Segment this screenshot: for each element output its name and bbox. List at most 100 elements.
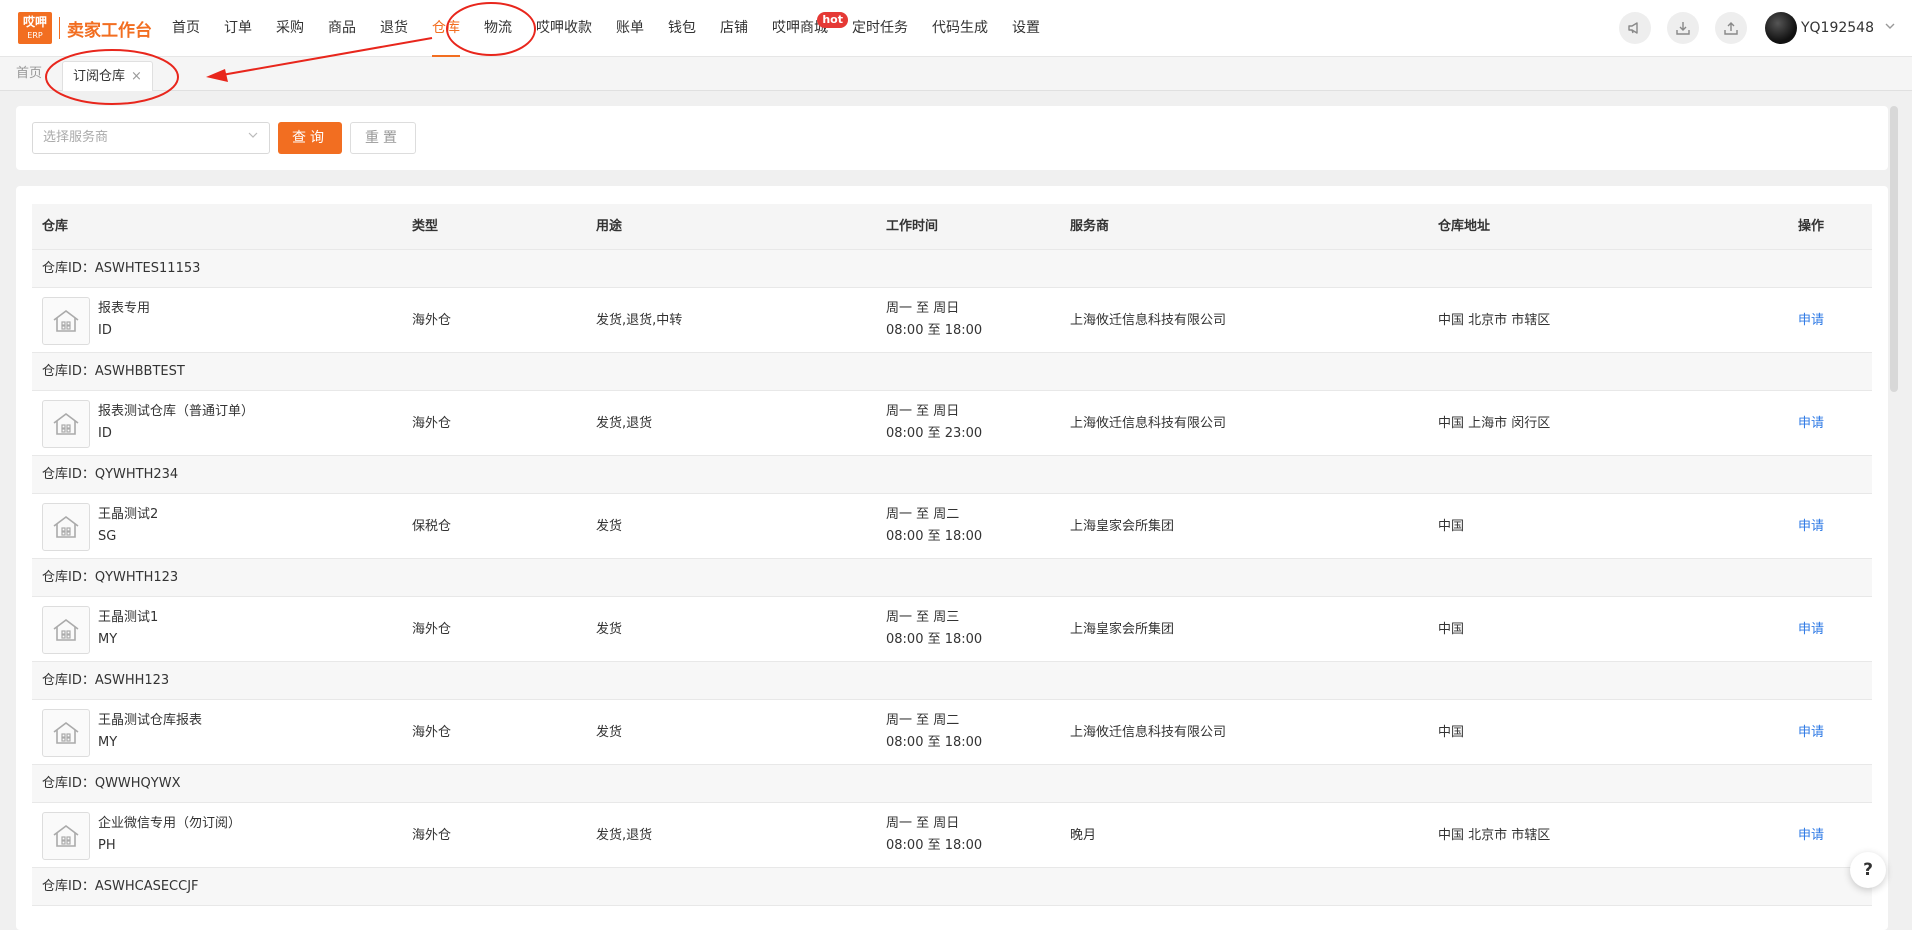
- help-button[interactable]: ?: [1850, 852, 1886, 888]
- provider-select[interactable]: 选择服务商: [32, 122, 270, 154]
- work-days: 周一 至 周二: [886, 507, 960, 522]
- nav-item-label: 设置: [1012, 20, 1040, 36]
- apply-link[interactable]: 申请: [1798, 597, 1824, 662]
- nav-item-1[interactable]: 订单: [212, 0, 264, 57]
- nav-item-label: 店铺: [720, 20, 748, 36]
- work-hours: 08:00 至 18:00: [886, 632, 983, 647]
- warehouse-id-row: 仓库ID：QYWHTH123: [32, 559, 1872, 597]
- brand-title: 卖家工作台: [67, 20, 152, 41]
- nav-item-2[interactable]: 采购: [264, 0, 316, 57]
- warehouse-id-row: 仓库ID：ASWHCASECCJF: [32, 868, 1872, 906]
- scrollbar[interactable]: [1890, 106, 1898, 392]
- warehouse-name-cell: 王晶测试1 MY: [98, 607, 158, 651]
- nav-item-5[interactable]: 仓库: [420, 0, 472, 57]
- nav-item-11[interactable]: 哎呷商城 hot: [760, 0, 848, 57]
- warehouse-name: 王晶测试仓库报表: [98, 713, 203, 728]
- main-nav: 首页 订单 采购 商品 退货 仓库 物流 哎呷收款 账单 钱包 店铺 哎呷商城 hot 定时任务 代码生成 设…: [160, 0, 1052, 57]
- nav-item-label: 钱包: [668, 20, 696, 36]
- warehouse-icon: [42, 503, 90, 551]
- brand-logo[interactable]: 哎呷 ERP 卖家工作台: [18, 12, 152, 44]
- megaphone-icon[interactable]: [1618, 12, 1651, 44]
- nav-item-13[interactable]: 代码生成: [920, 0, 1000, 57]
- work-days: 周一 至 周日: [886, 816, 960, 831]
- nav-item-14[interactable]: 设置: [1000, 0, 1052, 57]
- warehouse-address: 中国 北京市 市辖区: [1438, 313, 1551, 328]
- work-time-cell: 周一 至 周日 08:00 至 18:00: [886, 298, 982, 342]
- warehouse-name-cell: 王晶测试2 SG: [98, 504, 158, 548]
- work-time-cell: 周一 至 周三 08:00 至 18:00: [886, 607, 982, 651]
- warehouse-name-cell: 企业微信专用（勿订阅） PH: [98, 813, 241, 857]
- warehouse-icon: [42, 709, 90, 757]
- table-body: 仓库ID：ASWHTES11153 报表专用 ID 海外仓 发货,退货,中转 周一 至 周…: [32, 250, 1872, 906]
- provider-name: 上海皇家会所集团: [1070, 519, 1175, 534]
- reset-button[interactable]: 重置: [350, 122, 416, 154]
- tab-label: 订阅仓库: [73, 69, 126, 84]
- column-header: 操作: [1798, 219, 1825, 234]
- nav-item-0[interactable]: 首页: [160, 0, 212, 57]
- work-hours: 08:00 至 23:00: [886, 426, 983, 441]
- logo-icon: 哎呷 ERP: [18, 12, 52, 44]
- nav-item-3[interactable]: 商品: [316, 0, 368, 57]
- warehouse-type: 海外仓: [412, 725, 452, 740]
- warehouse-name: 王晶测试2: [98, 507, 159, 522]
- nav-item-12[interactable]: 定时任务: [840, 0, 920, 57]
- chevron-down-icon[interactable]: [1884, 20, 1896, 36]
- provider-name: 上海攸迁信息科技有限公司: [1070, 313, 1227, 328]
- work-days: 周一 至 周日: [886, 301, 960, 316]
- warehouse-usage: 发货: [596, 622, 623, 637]
- upload-icon[interactable]: [1714, 12, 1747, 44]
- warehouse-type: 海外仓: [412, 828, 452, 843]
- apply-link[interactable]: 申请: [1798, 700, 1824, 765]
- provider-name: 晚月: [1070, 828, 1097, 843]
- apply-link[interactable]: 申请: [1798, 803, 1824, 868]
- warehouse-name-cell: 报表专用 ID: [98, 298, 150, 342]
- work-hours: 08:00 至 18:00: [886, 838, 983, 853]
- query-button[interactable]: 查询: [278, 122, 342, 154]
- nav-item-9[interactable]: 钱包: [656, 0, 708, 57]
- nav-item-10[interactable]: 店铺: [708, 0, 760, 57]
- tab-subscribe-warehouse[interactable]: 订阅仓库 ×: [62, 61, 153, 91]
- warehouse-table-card: 仓库 类型 用途 工作时间 服务商 仓库地址 操作 仓库ID：ASWHTES11153 报表专…: [16, 186, 1888, 930]
- nav-item-label: 退货: [380, 20, 408, 36]
- warehouse-type: 海外仓: [412, 622, 452, 637]
- logo-divider: [59, 17, 60, 39]
- warehouse-country-code: ID: [98, 426, 112, 441]
- work-hours: 08:00 至 18:00: [886, 323, 983, 338]
- apply-link[interactable]: 申请: [1798, 391, 1824, 456]
- warehouse-usage: 发货,退货: [596, 828, 653, 843]
- table-header: 仓库 类型 用途 工作时间 服务商 仓库地址 操作: [32, 204, 1872, 250]
- work-days: 周一 至 周二: [886, 713, 960, 728]
- warehouse-country-code: ID: [98, 323, 112, 338]
- tab-home[interactable]: 首页: [16, 57, 42, 91]
- nav-item-4[interactable]: 退货: [368, 0, 420, 57]
- warehouse-id-row: 仓库ID：ASWHH123: [32, 662, 1872, 700]
- username[interactable]: YQ192548: [1801, 20, 1874, 36]
- nav-item-label: 采购: [276, 20, 304, 36]
- avatar[interactable]: [1764, 12, 1797, 44]
- table-row: 报表专用 ID 海外仓 发货,退货,中转 周一 至 周日 08:00 至 18:00 上海攸…: [32, 288, 1872, 353]
- warehouse-id-row: 仓库ID：ASWHTES11153: [32, 250, 1872, 288]
- column-header: 仓库: [42, 219, 69, 234]
- nav-item-6[interactable]: 物流: [472, 0, 524, 57]
- apply-link[interactable]: 申请: [1798, 288, 1824, 353]
- warehouse-usage: 发货,退货,中转: [596, 313, 683, 328]
- warehouse-icon: [42, 606, 90, 654]
- nav-item-label: 仓库: [432, 20, 460, 36]
- warehouse-address: 中国: [1438, 725, 1465, 740]
- nav-item-7[interactable]: 哎呷收款: [524, 0, 604, 57]
- chevron-down-icon: [247, 123, 259, 153]
- column-header: 服务商: [1070, 219, 1110, 234]
- logo-line1: 哎呷: [22, 15, 47, 29]
- download-icon[interactable]: [1666, 12, 1699, 44]
- warehouse-address: 中国 上海市 闵行区: [1438, 416, 1551, 431]
- nav-item-8[interactable]: 账单: [604, 0, 656, 57]
- warehouse-name-cell: 报表测试仓库（普通订单） ID: [98, 401, 254, 445]
- work-hours: 08:00 至 18:00: [886, 735, 983, 750]
- apply-link[interactable]: 申请: [1798, 494, 1824, 559]
- work-days: 周一 至 周三: [886, 610, 960, 625]
- warehouse-usage: 发货,退货: [596, 416, 653, 431]
- work-time-cell: 周一 至 周二 08:00 至 18:00: [886, 504, 982, 548]
- warehouse-name: 报表测试仓库（普通订单）: [98, 404, 255, 419]
- close-icon[interactable]: ×: [131, 69, 142, 84]
- table-row: 王晶测试2 SG 保税仓 发货 周一 至 周二 08:00 至 18:00 上海皇家会所集团…: [32, 494, 1872, 559]
